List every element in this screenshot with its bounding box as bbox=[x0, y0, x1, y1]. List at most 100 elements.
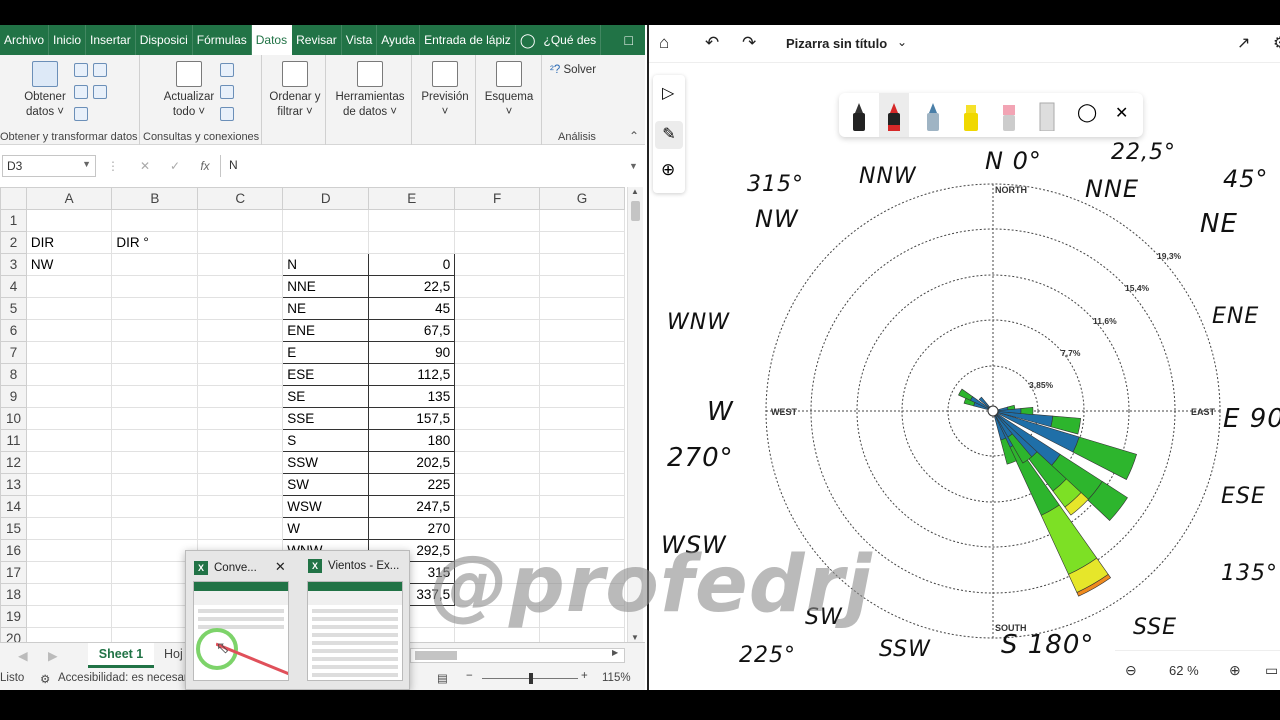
cell-d[interactable]: NE bbox=[282, 297, 370, 320]
ordenar-filtrar-button[interactable]: Ordenar y filtrar ˅ bbox=[266, 61, 324, 120]
tab-formulas[interactable]: Fórmulas bbox=[193, 25, 252, 55]
expand-formula-icon[interactable]: ▼ bbox=[629, 161, 645, 171]
cell-a[interactable] bbox=[25, 385, 113, 408]
cell-c[interactable] bbox=[197, 473, 284, 496]
cell-g[interactable] bbox=[539, 297, 625, 320]
row-header[interactable]: 16 bbox=[0, 539, 27, 562]
cell-c[interactable] bbox=[197, 297, 284, 320]
cell-g[interactable] bbox=[539, 363, 625, 386]
cell-a[interactable] bbox=[25, 495, 113, 518]
cell-b[interactable] bbox=[111, 495, 199, 518]
actualizar-todo-button[interactable]: Actualizar todo ˅ bbox=[160, 61, 218, 120]
zoom-out-icon[interactable]: − bbox=[466, 670, 473, 682]
scroll-up-icon[interactable]: ▲ bbox=[631, 187, 639, 196]
cell-b[interactable] bbox=[111, 297, 199, 320]
name-box-dropdown-icon[interactable]: ▼ bbox=[82, 159, 91, 169]
cell-g[interactable] bbox=[539, 319, 625, 342]
tab-inicio[interactable]: Inicio bbox=[49, 25, 87, 55]
cell-d[interactable]: SSW bbox=[282, 451, 370, 474]
cell-g[interactable] bbox=[539, 385, 625, 408]
tab-insertar[interactable]: Insertar bbox=[86, 25, 136, 55]
comment-icon[interactable]: □ bbox=[625, 32, 633, 48]
cell-d[interactable]: E bbox=[282, 341, 370, 364]
row-header[interactable]: 14 bbox=[0, 495, 27, 518]
cell-f[interactable] bbox=[454, 473, 541, 496]
cell-d[interactable]: W bbox=[282, 517, 370, 540]
collapse-ribbon-icon[interactable]: ⌃ bbox=[629, 129, 639, 143]
from-web-icon[interactable] bbox=[93, 63, 107, 77]
row-header[interactable]: 8 bbox=[0, 363, 27, 386]
obtener-datos-button[interactable]: Obtener datos ˅ bbox=[18, 61, 72, 120]
cell-c[interactable] bbox=[197, 275, 284, 298]
row-header[interactable]: 11 bbox=[0, 429, 27, 452]
close-icon[interactable]: ✕ bbox=[275, 559, 286, 574]
cell-c[interactable] bbox=[197, 517, 284, 540]
cell-e[interactable]: 180 bbox=[368, 429, 456, 452]
cell-e[interactable]: 270 bbox=[368, 517, 456, 540]
lightbulb-icon[interactable]: ◯ bbox=[516, 25, 540, 55]
cell-e[interactable] bbox=[368, 209, 456, 232]
zoom-out-icon[interactable]: ⊖ bbox=[1125, 662, 1137, 679]
recent-sources-icon[interactable] bbox=[93, 85, 107, 99]
cell-d[interactable]: WSW bbox=[282, 495, 370, 518]
cell-a[interactable] bbox=[25, 319, 113, 342]
cell-d[interactable] bbox=[282, 209, 370, 232]
scroll-down-icon[interactable]: ▼ bbox=[631, 633, 639, 642]
cell-g[interactable] bbox=[539, 253, 625, 276]
sheet-tab-sheet1[interactable]: Sheet 1 bbox=[88, 643, 154, 668]
col-header[interactable]: E bbox=[368, 187, 456, 210]
row-header[interactable]: 19 bbox=[0, 605, 27, 628]
cell-e[interactable]: 67,5 bbox=[368, 319, 456, 342]
tab-disposicion[interactable]: Disposici bbox=[136, 25, 193, 55]
cell-b[interactable] bbox=[111, 319, 199, 342]
cell-d[interactable] bbox=[282, 231, 370, 254]
row-header[interactable]: 7 bbox=[0, 341, 27, 364]
cell-f[interactable] bbox=[454, 275, 541, 298]
cell-d[interactable]: SW bbox=[282, 473, 370, 496]
cell-b[interactable] bbox=[111, 385, 199, 408]
cell-g[interactable] bbox=[539, 209, 625, 232]
row-header[interactable]: 3 bbox=[0, 253, 27, 276]
col-header[interactable]: F bbox=[454, 187, 541, 210]
cancel-icon[interactable]: ✕ bbox=[130, 159, 160, 173]
cell-d[interactable]: N bbox=[282, 253, 370, 276]
zoom-in-icon[interactable]: ⊕ bbox=[1229, 662, 1241, 679]
cell-g[interactable] bbox=[539, 231, 625, 254]
cell-d[interactable]: ENE bbox=[282, 319, 370, 342]
cell-b[interactable] bbox=[111, 209, 199, 232]
col-header[interactable]: D bbox=[282, 187, 370, 210]
cell-a[interactable] bbox=[25, 473, 113, 496]
cell-c[interactable] bbox=[197, 385, 284, 408]
cell-b[interactable] bbox=[111, 341, 199, 364]
thumbnail-conve[interactable]: X Conve... ✕ ⬁ bbox=[186, 551, 296, 690]
cell-b[interactable]: DIR ° bbox=[111, 231, 199, 254]
page-layout-icon[interactable]: ▤ bbox=[437, 671, 448, 685]
cell-f[interactable] bbox=[454, 231, 541, 254]
thumbnail-vientos[interactable]: X Vientos - Ex... bbox=[300, 551, 410, 690]
prev-sheet-icon[interactable]: ◀ bbox=[18, 648, 28, 663]
row-header[interactable]: 17 bbox=[0, 561, 27, 584]
row-header[interactable]: 2 bbox=[0, 231, 27, 254]
formula-input[interactable]: N bbox=[220, 155, 629, 177]
cell-a[interactable] bbox=[25, 275, 113, 298]
cell-e[interactable]: 0 bbox=[368, 253, 456, 276]
cell-e[interactable]: 247,5 bbox=[368, 495, 456, 518]
cell-f[interactable] bbox=[454, 341, 541, 364]
prevision-button[interactable]: Previsión ˅ bbox=[416, 61, 474, 120]
cell-c[interactable] bbox=[197, 495, 284, 518]
cell-f[interactable] bbox=[454, 319, 541, 342]
cell-a[interactable] bbox=[25, 583, 113, 606]
zoom-slider-thumb[interactable] bbox=[529, 673, 533, 684]
edit-links-icon[interactable] bbox=[220, 107, 234, 121]
cell-c[interactable] bbox=[197, 451, 284, 474]
cell-e[interactable]: 112,5 bbox=[368, 363, 456, 386]
scroll-thumb[interactable] bbox=[631, 201, 640, 221]
cell-b[interactable] bbox=[111, 473, 199, 496]
cell-e[interactable]: 202,5 bbox=[368, 451, 456, 474]
existing-connections-icon[interactable] bbox=[74, 107, 88, 121]
tell-me-search[interactable]: ¿Qué des bbox=[539, 25, 602, 55]
zoom-level[interactable]: 115% bbox=[602, 672, 631, 684]
cell-f[interactable] bbox=[454, 209, 541, 232]
col-header[interactable]: B bbox=[111, 187, 199, 210]
cell-c[interactable] bbox=[197, 407, 284, 430]
